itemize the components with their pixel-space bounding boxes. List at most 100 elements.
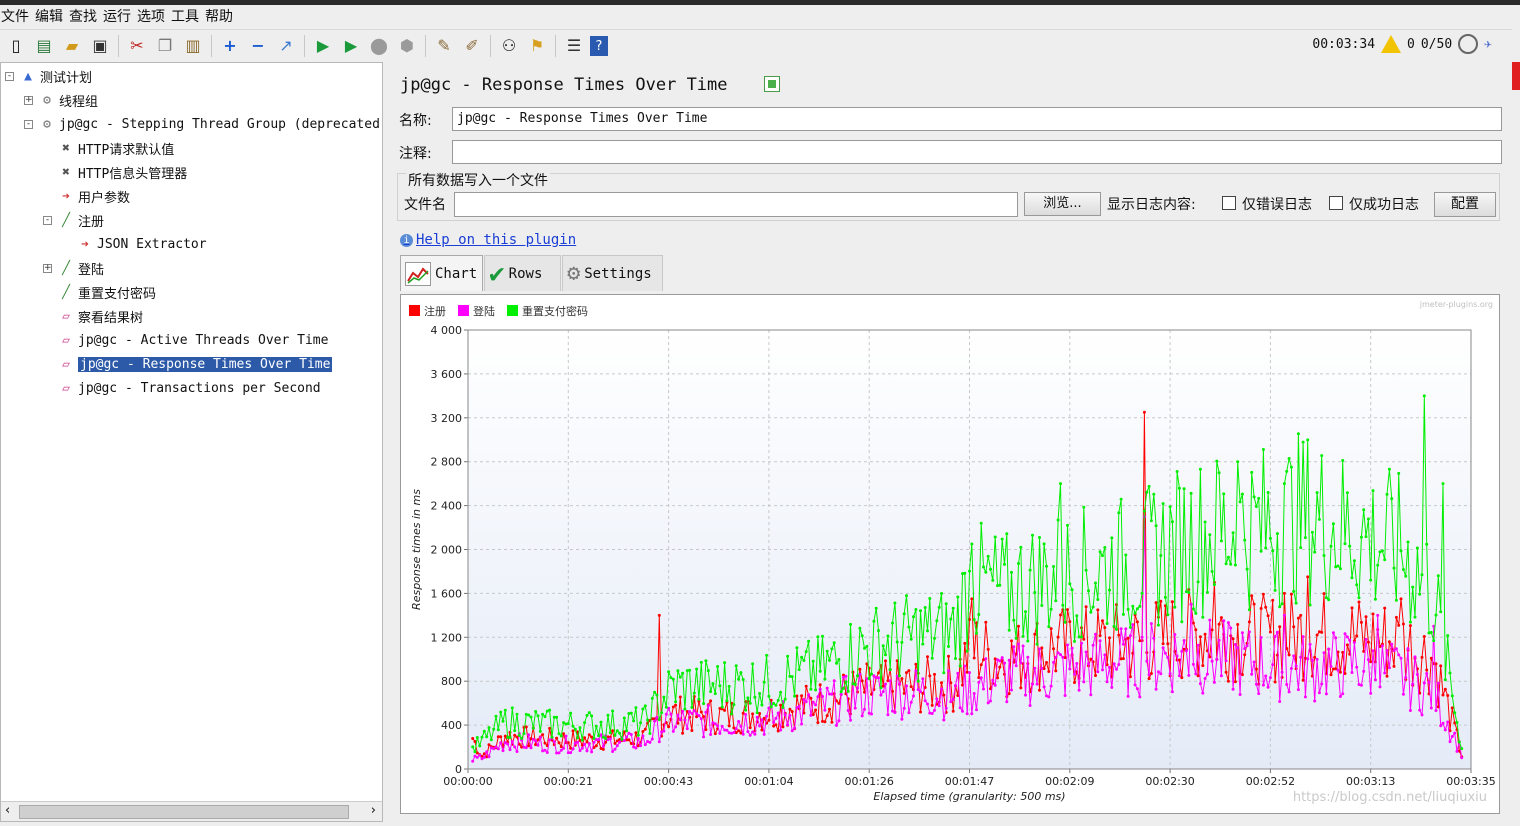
tree-node[interactable]: ▱ 察看结果树 xyxy=(57,305,143,327)
maximize-icon[interactable] xyxy=(763,76,780,92)
data-point xyxy=(1420,713,1424,717)
tree-node[interactable]: ✖ HTTP请求默认值 xyxy=(57,137,174,159)
tree-expander[interactable]: + xyxy=(43,264,52,273)
data-point xyxy=(1005,532,1009,536)
tree-node[interactable]: ▱ jp@gc - Response Times Over Time xyxy=(57,353,334,375)
tree-node[interactable]: ➔ JSON Extractor xyxy=(76,233,207,255)
data-point xyxy=(1203,677,1207,680)
scroll-thumb[interactable] xyxy=(19,805,349,819)
tree-node[interactable]: ▱ jp@gc - Active Threads Over Time xyxy=(57,329,328,351)
data-point xyxy=(1380,549,1384,553)
data-point xyxy=(1301,440,1305,444)
data-point xyxy=(1278,625,1282,629)
tree-expander[interactable]: - xyxy=(24,120,33,129)
data-point xyxy=(1289,667,1293,670)
reset-search-icon[interactable]: ⚑ xyxy=(525,34,549,58)
menu-item[interactable]: 帮助 xyxy=(204,5,238,29)
comment-field[interactable] xyxy=(452,140,1502,164)
data-point xyxy=(522,732,526,735)
tab-chart[interactable]: Chart xyxy=(400,255,483,291)
data-point xyxy=(1392,566,1396,570)
tab-settings[interactable]: ⚙ Settings xyxy=(562,255,663,291)
data-point xyxy=(697,697,701,701)
browse-button[interactable]: 浏览... xyxy=(1024,192,1101,216)
warning-icon[interactable] xyxy=(1381,35,1402,53)
data-point xyxy=(905,671,908,675)
help-link-text[interactable]: Help on this plugin xyxy=(416,232,576,248)
data-point xyxy=(951,606,955,610)
tab-rows[interactable]: ✔ Rows xyxy=(484,255,561,291)
tree-expander[interactable]: + xyxy=(24,96,33,105)
menu-item[interactable]: 选项 xyxy=(136,5,170,29)
collapse-icon[interactable]: − xyxy=(246,34,270,58)
new-icon[interactable]: ▯ xyxy=(4,34,28,58)
tree-node[interactable]: ▲ 测试计划 xyxy=(19,65,92,87)
tree-node[interactable]: ╱ 登陆 xyxy=(57,257,104,279)
clear-all-icon[interactable]: ✐ xyxy=(460,34,484,58)
toggle-icon[interactable]: ↗ xyxy=(274,34,298,58)
clear-icon[interactable]: ✎ xyxy=(432,34,456,58)
data-point xyxy=(1350,576,1354,580)
start-no-pause-icon[interactable]: ▶ xyxy=(339,34,363,58)
remote-icon[interactable] xyxy=(1458,34,1479,54)
shutdown-icon[interactable]: ⬢ xyxy=(395,34,419,58)
start-icon[interactable]: ▶ xyxy=(311,34,335,58)
tree-node[interactable]: ⚙ jp@gc - Stepping Thread Group (deprecat… xyxy=(38,113,380,135)
name-field[interactable]: jp@gc - Response Times Over Time xyxy=(452,107,1502,131)
data-point xyxy=(944,602,948,606)
cut-icon[interactable]: ✂ xyxy=(125,34,149,58)
scroll-left-icon[interactable]: ‹ xyxy=(5,803,10,818)
data-point xyxy=(758,692,762,695)
data-point xyxy=(1264,674,1268,678)
data-point xyxy=(648,732,652,735)
tree-node[interactable]: ╱ 注册 xyxy=(57,209,104,231)
data-point xyxy=(713,722,717,726)
data-point xyxy=(1198,682,1202,686)
function-helper-icon[interactable]: ☰ xyxy=(562,34,586,58)
templates-icon[interactable]: ▤ xyxy=(32,34,56,58)
data-point xyxy=(557,732,561,736)
data-point xyxy=(576,736,580,740)
menu-item[interactable]: 工具 xyxy=(170,5,204,29)
tree-node[interactable]: ╱ 重置支付密码 xyxy=(57,281,156,303)
data-point xyxy=(1446,694,1450,697)
data-point xyxy=(944,706,948,710)
data-point xyxy=(723,661,727,665)
menu-item[interactable]: 编辑 xyxy=(34,5,68,29)
filename-field[interactable] xyxy=(454,192,1018,217)
help-link[interactable]: i Help on this plugin xyxy=(400,232,576,248)
stop-icon[interactable]: ⬤ xyxy=(367,34,391,58)
expand-icon[interactable]: + xyxy=(218,34,242,58)
search-icon[interactable]: ⚇ xyxy=(497,34,521,58)
data-point xyxy=(933,708,936,712)
scroll-right-icon[interactable]: › xyxy=(371,803,376,818)
config-button[interactable]: 配置 xyxy=(1434,192,1496,217)
y-tick-label: 800 xyxy=(441,675,462,688)
tree-node[interactable]: ▱ jp@gc - Transactions per Second xyxy=(57,377,321,399)
menu-item[interactable]: 运行 xyxy=(102,5,136,29)
data-point xyxy=(881,690,885,694)
paste-icon[interactable]: ▥ xyxy=(181,34,205,58)
menu-item[interactable]: 文件 xyxy=(0,5,34,29)
menu-item[interactable]: 查找 xyxy=(68,5,102,29)
data-point xyxy=(1336,564,1340,568)
success-only-checkbox[interactable] xyxy=(1329,196,1343,210)
menu-bar: 文件 编辑 查找 运行 选项 工具 帮助 xyxy=(0,5,1512,29)
tree-node[interactable]: ✖ HTTP信息头管理器 xyxy=(57,161,187,183)
data-point xyxy=(1231,531,1235,535)
data-point xyxy=(1362,669,1366,673)
save-icon[interactable]: ▣ xyxy=(88,34,112,58)
open-icon[interactable]: ▰ xyxy=(60,34,84,58)
data-point xyxy=(643,704,647,708)
tree-node[interactable]: ⚙ 线程组 xyxy=(38,89,98,111)
data-point xyxy=(1369,578,1373,582)
tree-expander[interactable]: - xyxy=(5,72,14,81)
data-point xyxy=(1098,639,1102,643)
tree-expander[interactable]: - xyxy=(43,216,52,225)
tree-horizontal-scrollbar[interactable]: ‹ › xyxy=(1,801,382,821)
errors-only-checkbox[interactable] xyxy=(1222,196,1236,210)
help-icon[interactable]: ? xyxy=(590,36,608,56)
tree-node[interactable]: ➔ 用户参数 xyxy=(57,185,130,207)
copy-icon[interactable]: ❐ xyxy=(153,34,177,58)
data-point xyxy=(965,649,969,653)
